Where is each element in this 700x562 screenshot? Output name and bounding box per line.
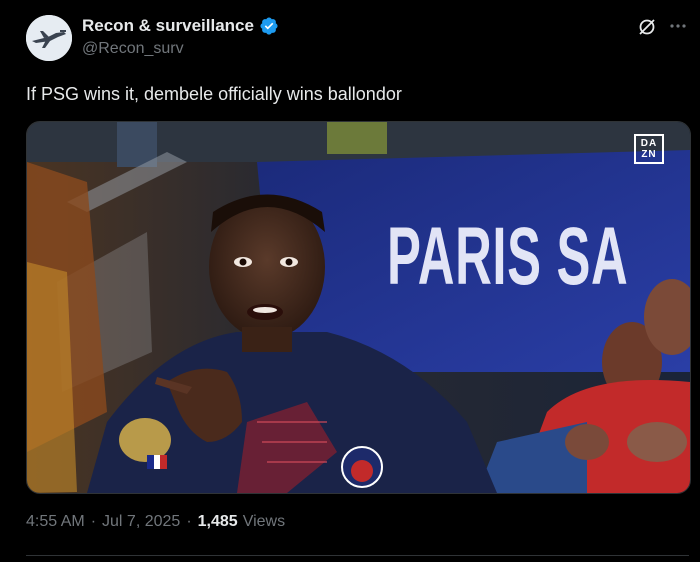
more-options-button[interactable] [666, 14, 690, 38]
author-name[interactable]: Recon & surveillance [82, 16, 279, 36]
tweet-time[interactable]: 4:55 AM [26, 513, 85, 531]
tweet-date[interactable]: Jul 7, 2025 [102, 513, 180, 531]
avatar[interactable] [26, 15, 72, 61]
watermark-line2: ZN [641, 149, 657, 160]
tweet-media-image[interactable]: PARIS SA DA ZN [26, 121, 691, 494]
watermark-line1: DA [640, 138, 658, 149]
grok-icon [639, 19, 655, 35]
grok-button[interactable] [636, 16, 658, 38]
divider [26, 555, 689, 556]
author-handle[interactable]: @Recon_surv [82, 40, 184, 58]
views-label: Views [242, 513, 286, 530]
drone-icon [26, 15, 72, 61]
separator-dot: · [186, 513, 192, 530]
separator-dot: · [90, 513, 97, 530]
tweet-text: If PSG wins it, dembele officially wins … [26, 84, 402, 104]
verified-badge-icon [259, 16, 279, 36]
dazn-watermark: DA ZN [634, 134, 664, 164]
match-photo [27, 122, 690, 493]
views-count: 1,485 [197, 513, 238, 530]
stadium-banner-text: PARIS SA [387, 211, 629, 302]
author-name-text[interactable]: Recon & surveillance [82, 16, 254, 36]
more-icon [670, 24, 686, 28]
tweet-meta: 4:55 AM · Jul 7, 2025 · 1,485 Views [26, 513, 285, 531]
